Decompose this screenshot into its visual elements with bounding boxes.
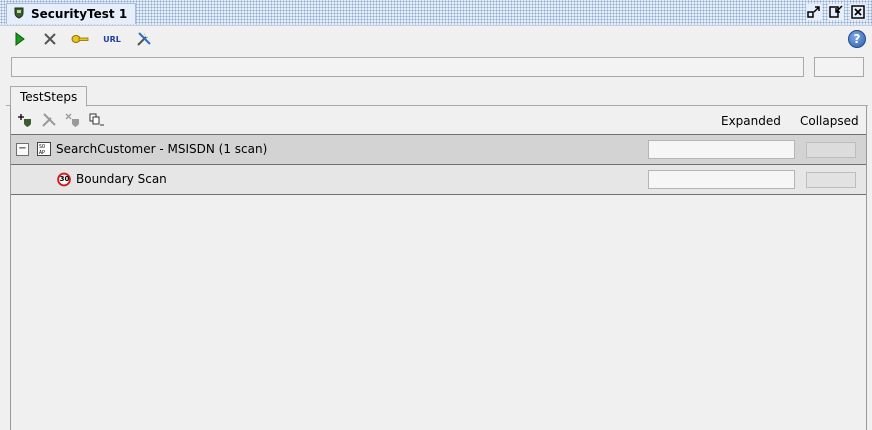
remove-scan-icon[interactable] — [63, 110, 83, 130]
scan-row[interactable]: 30 Boundary Scan — [11, 164, 866, 194]
collapsed-progress-cell — [806, 172, 856, 188]
column-header-expanded[interactable]: Expanded — [721, 114, 781, 128]
key-icon[interactable] — [70, 29, 90, 49]
boundary-scan-badge: 30 — [59, 175, 70, 183]
endpoint-url-label: URL — [103, 34, 121, 44]
restore-icon[interactable] — [806, 4, 822, 20]
list-divider — [11, 194, 866, 195]
expanded-progress-cell — [648, 170, 795, 189]
progress-counter — [814, 57, 864, 77]
test-step-label: SearchCustomer - MSISDN (1 scan) — [56, 142, 268, 156]
tab-label: TestSteps — [20, 89, 78, 104]
test-step-row[interactable]: − SO AP SearchCustomer - MSISDN (1 scan) — [11, 134, 866, 164]
collapsed-progress-cell — [806, 142, 856, 158]
options-icon[interactable] — [134, 29, 154, 49]
window-title: SecurityTest 1 — [31, 7, 128, 21]
collapse-glyph: − — [18, 143, 27, 154]
add-scan-icon[interactable] — [15, 110, 35, 130]
teststeps-toolbar: Expanded Collapsed — [11, 106, 866, 134]
collapse-toggle[interactable]: − — [16, 143, 29, 156]
soap-request-icon: SO AP — [37, 142, 51, 156]
clone-icon[interactable] — [87, 110, 107, 130]
progress-bar — [11, 57, 804, 77]
minimize-to-dock-icon[interactable] — [828, 4, 844, 20]
scan-label: Boundary Scan — [76, 172, 167, 186]
configure-scan-icon[interactable] — [39, 110, 59, 130]
teststeps-panel: Expanded Collapsed − SO AP SearchCustomer… — [10, 106, 867, 430]
column-header-collapsed[interactable]: Collapsed — [800, 114, 859, 128]
close-icon[interactable] — [850, 4, 866, 20]
window-title-tab[interactable]: SecurityTest 1 — [6, 3, 137, 24]
boundary-scan-icon: 30 — [57, 172, 71, 186]
help-icon[interactable]: ? — [848, 30, 866, 48]
window-titlebar: SecurityTest 1 — [0, 0, 872, 26]
cancel-icon[interactable] — [40, 29, 60, 49]
run-icon[interactable] — [10, 29, 30, 49]
security-test-icon — [13, 7, 25, 22]
tab-teststeps[interactable]: TestSteps — [10, 86, 88, 107]
endpoint-url-button[interactable]: URL — [100, 29, 124, 49]
svg-text:AP: AP — [39, 150, 45, 156]
expanded-progress-cell — [648, 140, 795, 159]
main-toolbar: URL — [0, 26, 872, 52]
help-glyph: ? — [853, 32, 861, 46]
tab-strip: TestSteps — [6, 83, 868, 107]
